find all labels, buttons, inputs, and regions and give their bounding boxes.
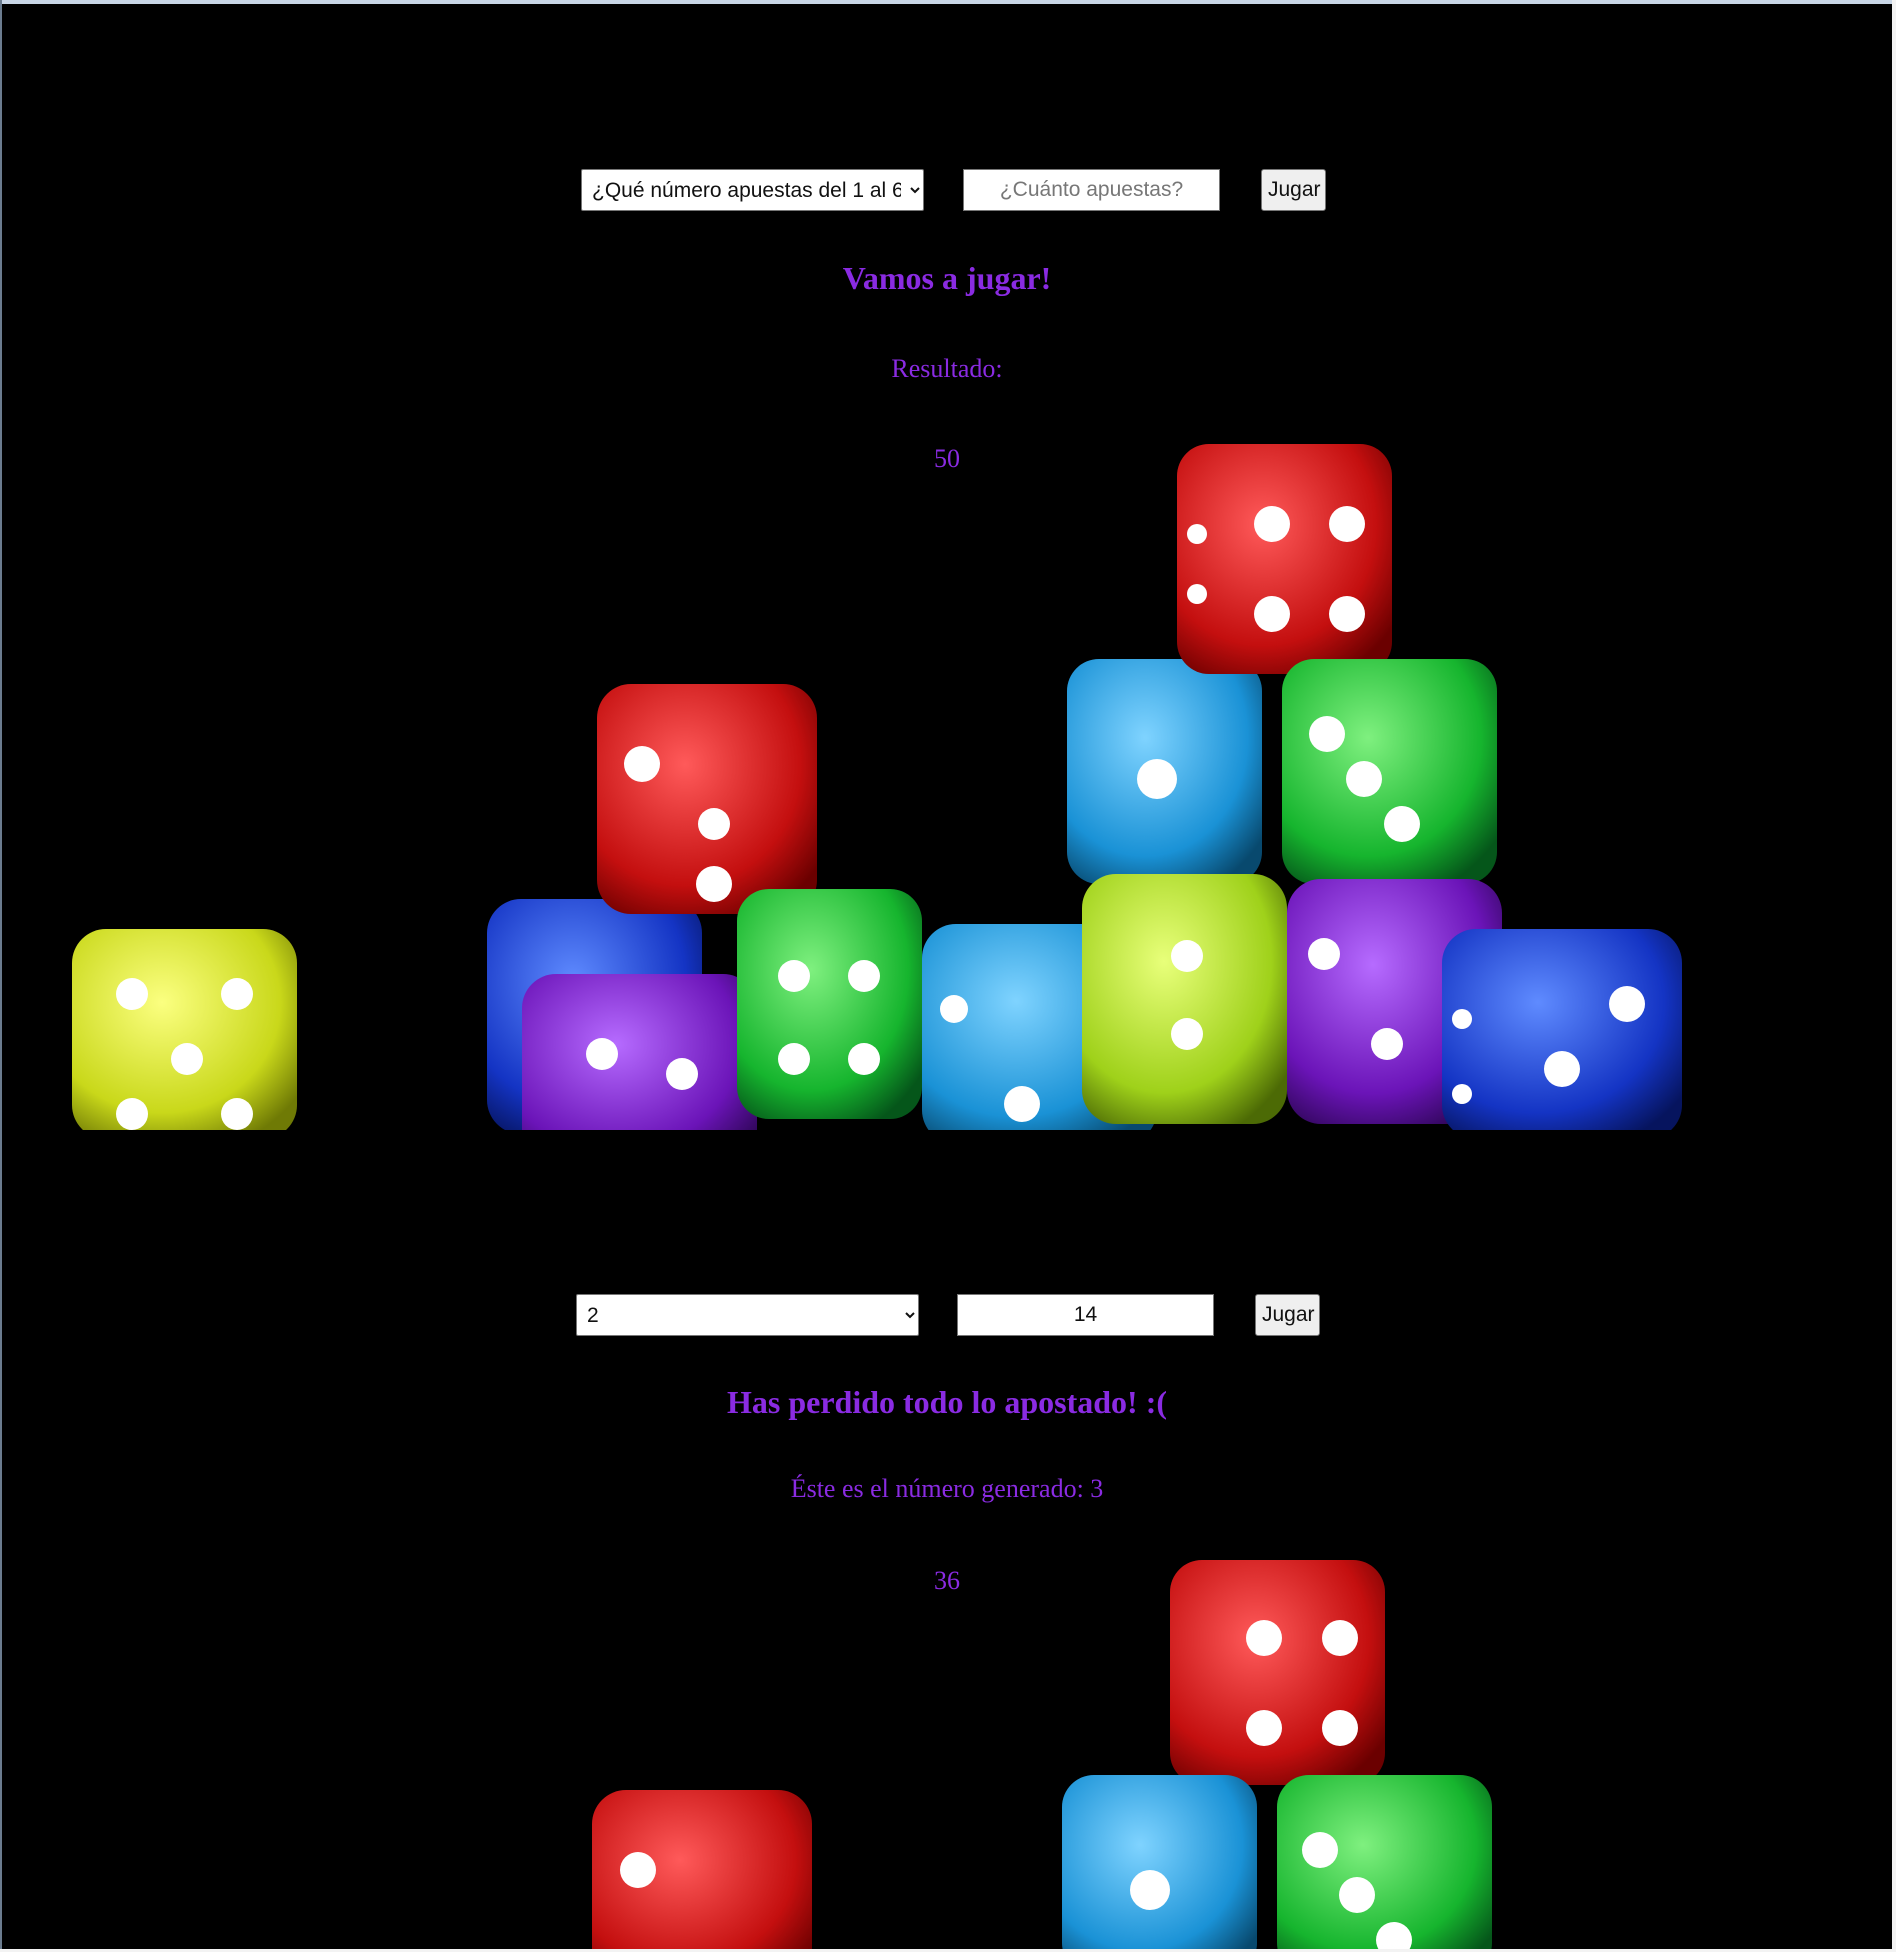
window-right-border <box>1892 0 1896 1952</box>
game-message-title-2: Has perdido todo lo apostado! :( <box>726 1384 1168 1420</box>
bet-amount-input[interactable] <box>963 169 1220 211</box>
game-message-title: Vamos a jugar! <box>842 260 1052 296</box>
bet-number-select[interactable]: ¿Qué número apuestas del 1 al 6? <box>581 169 924 211</box>
play-button-2[interactable]: Jugar <box>1255 1294 1320 1336</box>
play-button[interactable]: Jugar <box>1261 169 1326 211</box>
bet-number-select-2[interactable]: 2 <box>576 1294 919 1336</box>
result-label: Resultado: <box>891 354 1003 383</box>
bet-controls: ¿Qué número apuestas del 1 al 6? Jugar <box>2 169 1892 213</box>
bet-amount-input-2[interactable] <box>957 1294 1214 1336</box>
game-screen-initial: ¿Qué número apuestas del 1 al 6? Jugar V… <box>2 4 1892 1130</box>
result-label-2: Éste es el número generado: 3 <box>790 1474 1104 1503</box>
dice-image <box>72 444 1682 1130</box>
bet-controls-2: 2 Jugar <box>2 1294 1892 1338</box>
game-screen-result: 2 Jugar Has perdido todo lo apostado! :(… <box>2 1130 1892 1949</box>
dice-image-2 <box>592 1560 1492 1949</box>
